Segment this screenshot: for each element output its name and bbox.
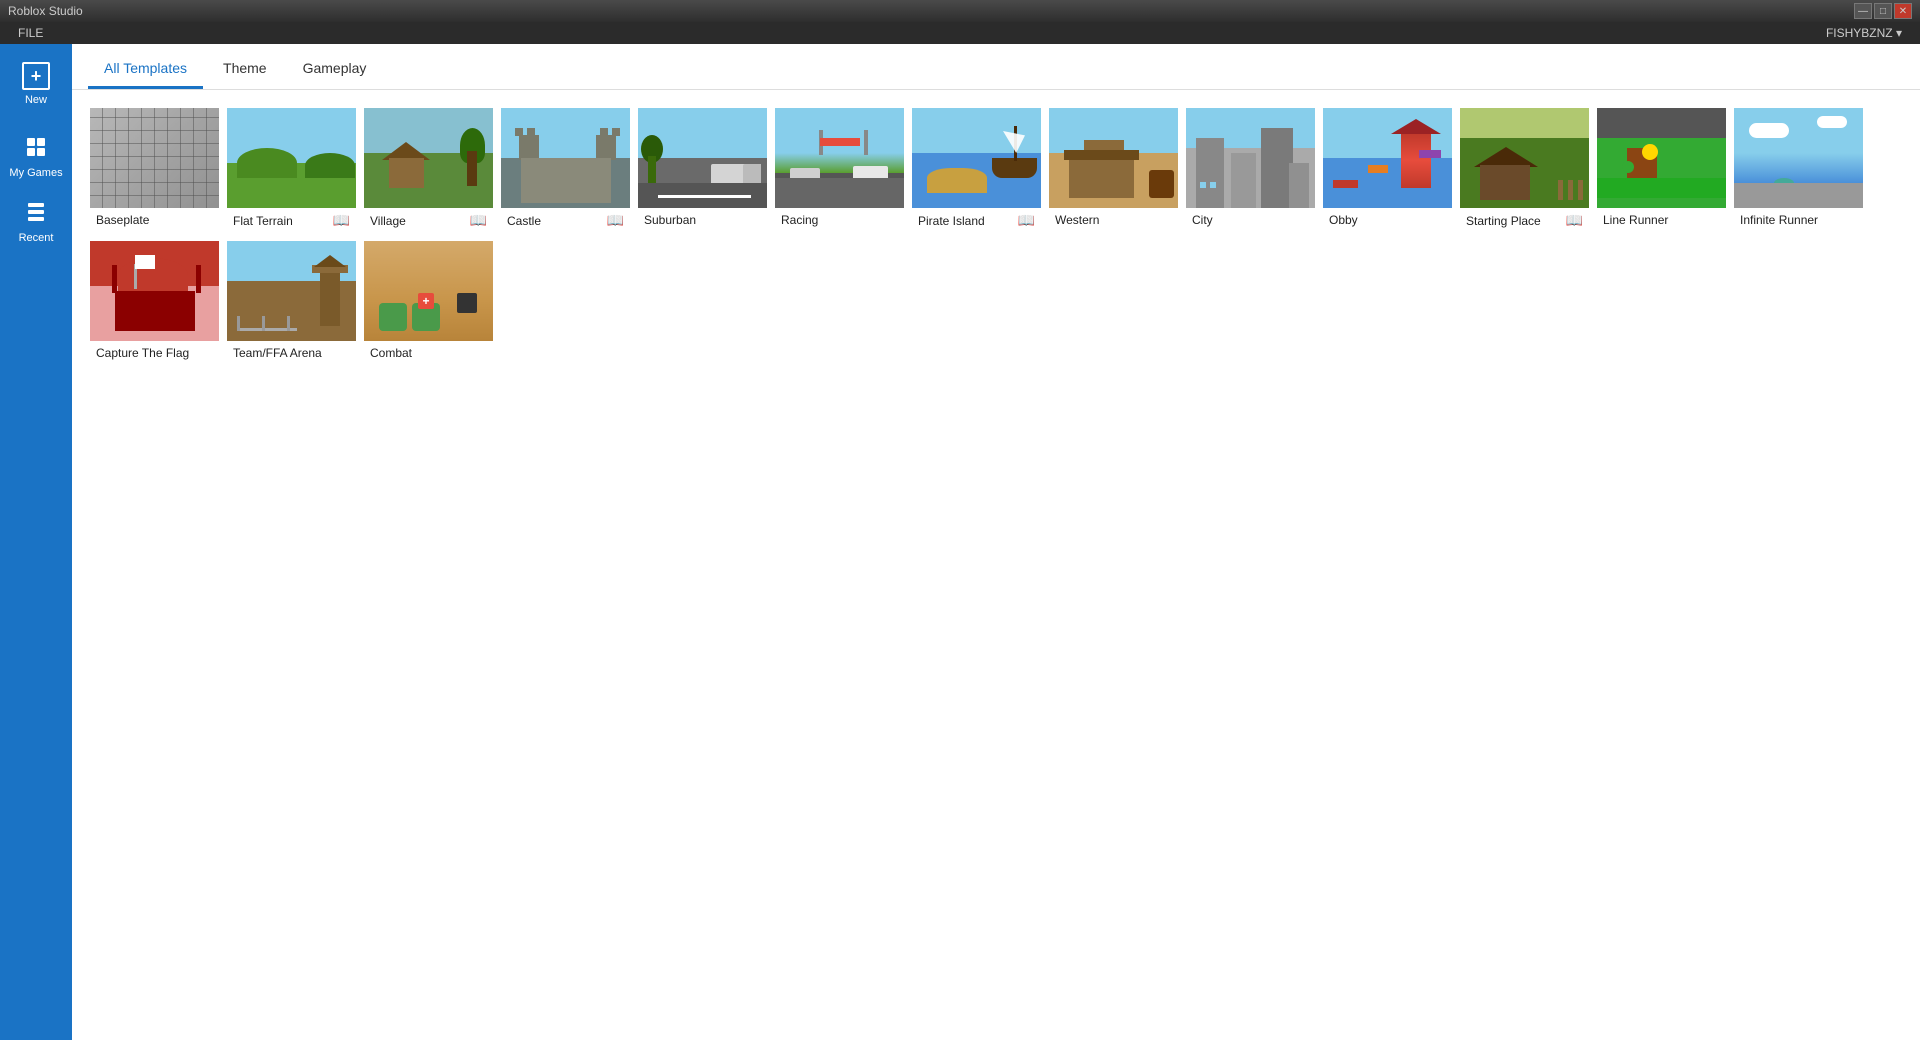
- label-city: City: [1186, 208, 1315, 232]
- maximize-button[interactable]: □: [1874, 3, 1892, 19]
- tabs-bar: All Templates Theme Gameplay: [72, 44, 1920, 90]
- book-icon-pirate: 📖: [1018, 212, 1035, 229]
- titlebar-title: Roblox Studio: [8, 4, 83, 18]
- thumb-suburban: [638, 108, 769, 208]
- sidebar-recent-label: Recent: [19, 232, 54, 245]
- tab-all-templates[interactable]: All Templates: [88, 50, 203, 89]
- template-flat-terrain[interactable]: Flat Terrain 📖: [225, 106, 358, 235]
- book-icon-starting: 📖: [1566, 212, 1583, 229]
- book-icon-castle: 📖: [607, 212, 624, 229]
- label-line-runner: Line Runner: [1597, 208, 1726, 232]
- template-obby[interactable]: Obby: [1321, 106, 1454, 235]
- main-content: All Templates Theme Gameplay Baseplate: [72, 44, 1920, 1040]
- titlebar-controls: — □ ✕: [1854, 3, 1912, 19]
- thumb-baseplate: [90, 108, 221, 208]
- thumb-capture-the-flag: [90, 241, 221, 341]
- sidebar-new-label: New: [25, 94, 47, 107]
- thumb-western: [1049, 108, 1180, 208]
- template-team-ffa[interactable]: Team/FFA Arena: [225, 239, 358, 367]
- template-racing[interactable]: Racing: [773, 106, 906, 235]
- template-western[interactable]: Western: [1047, 106, 1180, 235]
- template-infinite-runner[interactable]: Infinite Runner: [1732, 106, 1865, 235]
- thumb-flat-terrain: [227, 108, 358, 208]
- minimize-button[interactable]: —: [1854, 3, 1872, 19]
- thumb-castle: [501, 108, 632, 208]
- sidebar: + New My Games: [0, 44, 72, 1040]
- plus-icon: +: [22, 62, 50, 90]
- thumb-starting-place: [1460, 108, 1591, 208]
- template-suburban[interactable]: Suburban: [636, 106, 769, 235]
- label-flat-terrain: Flat Terrain 📖: [227, 208, 356, 233]
- thumb-combat: +: [364, 241, 495, 341]
- template-starting-place[interactable]: Starting Place 📖: [1458, 106, 1591, 235]
- close-button[interactable]: ✕: [1894, 3, 1912, 19]
- thumb-obby: [1323, 108, 1454, 208]
- label-capture-the-flag: Capture The Flag: [90, 341, 219, 365]
- sidebar-item-recent[interactable]: Recent: [2, 192, 70, 253]
- recent-icon: [24, 200, 48, 228]
- label-castle: Castle 📖: [501, 208, 630, 233]
- template-baseplate[interactable]: Baseplate: [88, 106, 221, 235]
- tab-gameplay[interactable]: Gameplay: [287, 50, 383, 89]
- mygames-icon: [24, 135, 48, 163]
- sidebar-mygames-label: My Games: [9, 167, 62, 180]
- label-baseplate: Baseplate: [90, 208, 219, 232]
- menu-file[interactable]: FILE: [10, 26, 51, 40]
- template-village[interactable]: Village 📖: [362, 106, 495, 235]
- label-team-ffa: Team/FFA Arena: [227, 341, 356, 365]
- label-infinite-runner: Infinite Runner: [1734, 208, 1863, 232]
- template-city[interactable]: City: [1184, 106, 1317, 235]
- label-combat: Combat: [364, 341, 493, 365]
- thumb-infinite-runner: [1734, 108, 1865, 208]
- thumb-village: [364, 108, 495, 208]
- template-combat[interactable]: + Combat: [362, 239, 495, 367]
- label-obby: Obby: [1323, 208, 1452, 232]
- label-western: Western: [1049, 208, 1178, 232]
- template-line-runner[interactable]: Line Runner: [1595, 106, 1728, 235]
- app-layout: + New My Games: [0, 44, 1920, 1040]
- template-castle[interactable]: Castle 📖: [499, 106, 632, 235]
- menubar: FILE FISHYBZNZ ▾: [0, 22, 1920, 44]
- thumb-team-ffa: [227, 241, 358, 341]
- label-starting-place: Starting Place 📖: [1460, 208, 1589, 233]
- sidebar-item-new[interactable]: + New: [2, 54, 70, 115]
- thumb-pirate-island: [912, 108, 1043, 208]
- book-icon-flat-terrain: 📖: [333, 212, 350, 229]
- templates-grid: Baseplate Flat Terrain 📖: [88, 106, 1904, 367]
- thumb-racing: [775, 108, 906, 208]
- templates-grid-container: Baseplate Flat Terrain 📖: [72, 90, 1920, 1040]
- label-racing: Racing: [775, 208, 904, 232]
- tab-theme[interactable]: Theme: [207, 50, 283, 89]
- template-pirate-island[interactable]: Pirate Island 📖: [910, 106, 1043, 235]
- titlebar: Roblox Studio — □ ✕: [0, 0, 1920, 22]
- menubar-username[interactable]: FISHYBZNZ ▾: [1818, 26, 1910, 40]
- label-pirate-island: Pirate Island 📖: [912, 208, 1041, 233]
- label-suburban: Suburban: [638, 208, 767, 232]
- label-village: Village 📖: [364, 208, 493, 233]
- book-icon-village: 📖: [470, 212, 487, 229]
- thumb-line-runner: [1597, 108, 1728, 208]
- template-capture-the-flag[interactable]: Capture The Flag: [88, 239, 221, 367]
- thumb-city: [1186, 108, 1317, 208]
- sidebar-item-mygames[interactable]: My Games: [2, 127, 70, 188]
